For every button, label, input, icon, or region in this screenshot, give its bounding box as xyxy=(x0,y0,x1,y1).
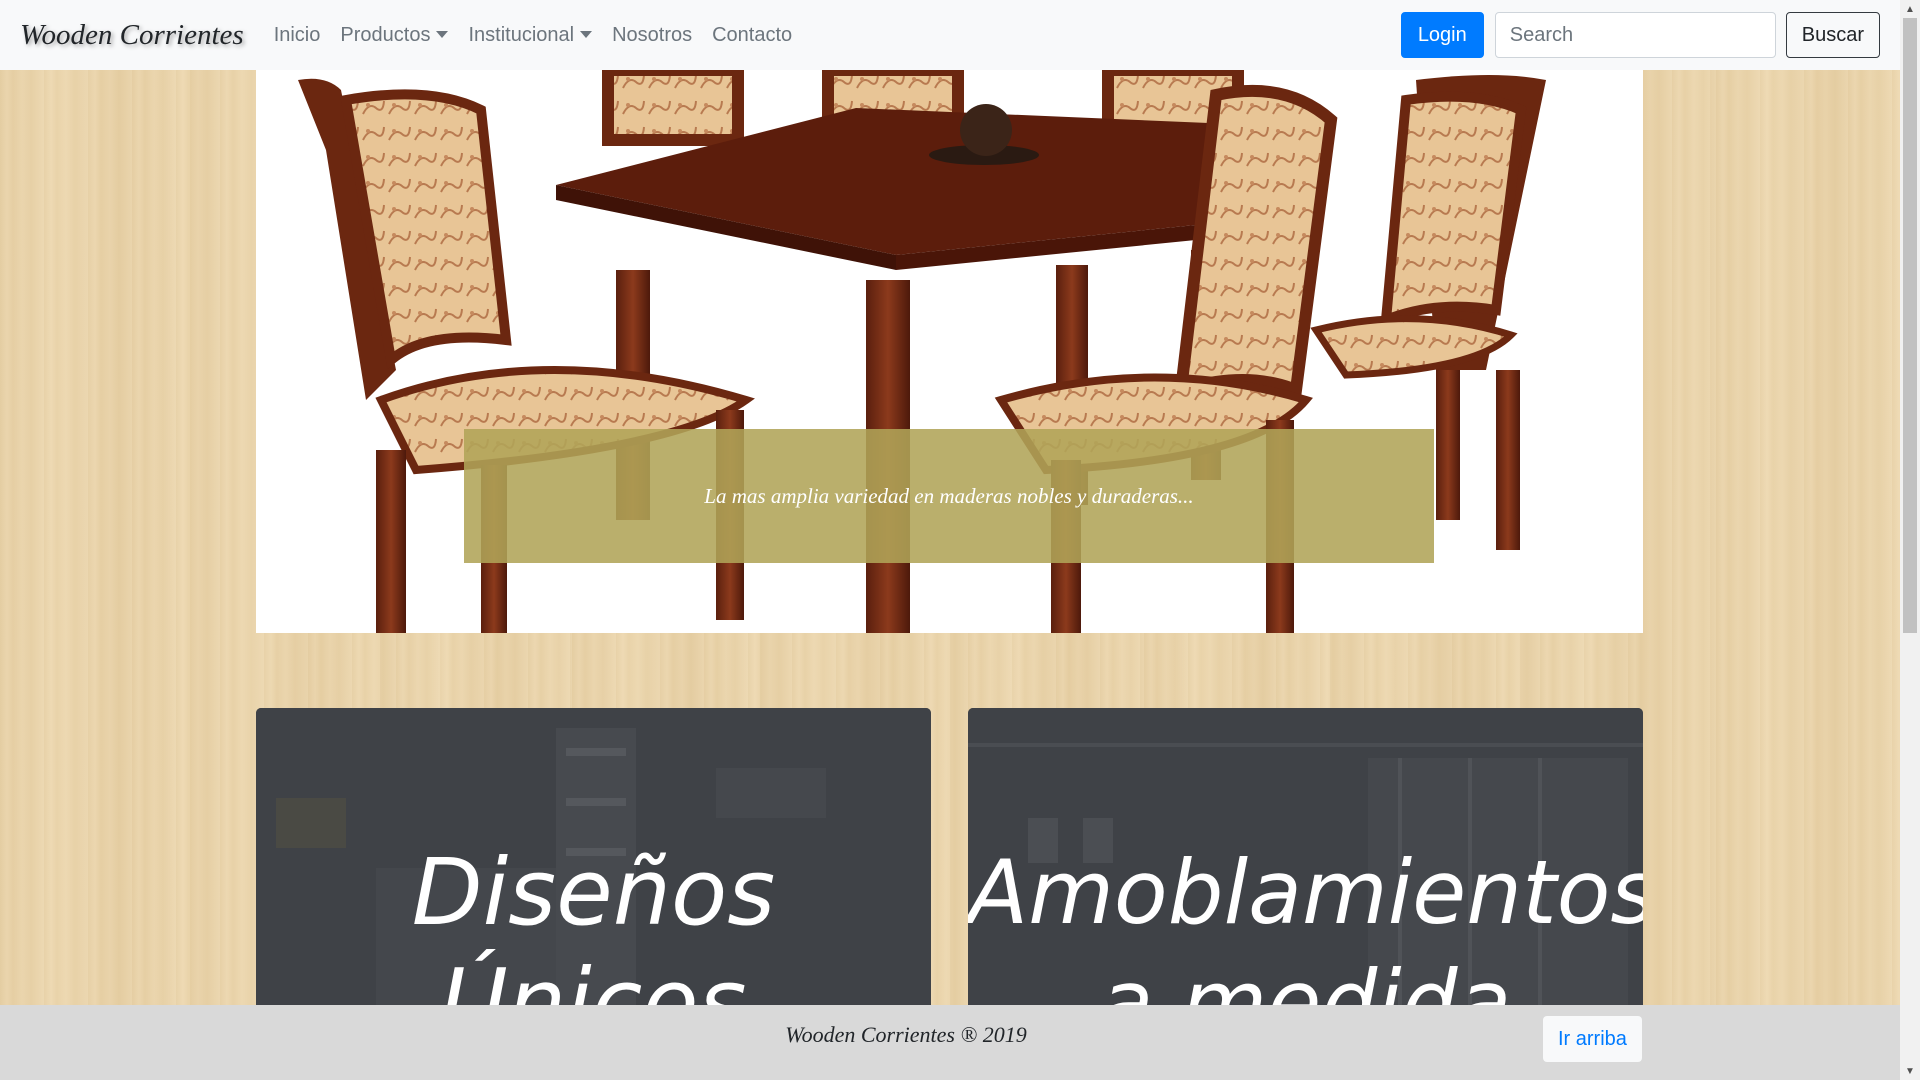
carousel-caption-text: La mas amplia variedad en maderas nobles… xyxy=(704,483,1194,508)
nav-item-institucional[interactable]: Institucional xyxy=(468,23,593,47)
scroll-down-arrow-icon[interactable]: ▼ xyxy=(1900,1062,1920,1080)
nav-item-label: Productos xyxy=(340,23,431,46)
search-input[interactable] xyxy=(1494,12,1776,58)
page-scrollbar[interactable]: ▲ ▼ xyxy=(1900,0,1920,1080)
search-button[interactable]: Buscar xyxy=(1785,12,1880,58)
card-title: Amoblamientos a medida xyxy=(968,841,1643,1008)
nav-item-label: Contacto xyxy=(712,23,793,46)
brand-logo[interactable]: Wooden Corrientes xyxy=(20,19,244,52)
footer: Wooden Corrientes ® 2019 Ir arriba xyxy=(0,1005,1900,1080)
nav-item-contacto[interactable]: Contacto xyxy=(712,24,792,47)
feature-card-disenos[interactable]: Diseños Únicos xyxy=(256,708,931,1008)
scroll-up-arrow-icon[interactable]: ▲ xyxy=(1900,0,1920,18)
caret-down-icon xyxy=(580,30,593,38)
hero-carousel: La mas amplia variedad en maderas nobles… xyxy=(256,70,1643,633)
nav-item-label: Institucional xyxy=(468,23,575,46)
login-button[interactable]: Login xyxy=(1400,12,1484,58)
nav-item-label: Nosotros xyxy=(612,23,693,46)
feature-card-amoblamientos[interactable]: Amoblamientos a medida xyxy=(968,708,1643,1008)
navbar: Wooden Corrientes Inicio Productos Insti… xyxy=(0,0,1900,70)
footer-copyright: Wooden Corrientes ® 2019 xyxy=(785,1022,1027,1047)
nav-item-inicio[interactable]: Inicio xyxy=(274,24,321,47)
nav-item-productos[interactable]: Productos xyxy=(340,23,449,47)
card-title: Diseños Únicos xyxy=(411,839,776,1008)
caret-down-icon xyxy=(436,30,449,38)
carousel-caption: La mas amplia variedad en maderas nobles… xyxy=(464,429,1434,563)
nav-item-nosotros[interactable]: Nosotros xyxy=(612,24,692,47)
back-to-top-button[interactable]: Ir arriba xyxy=(1543,1016,1642,1062)
scroll-thumb[interactable] xyxy=(1903,18,1917,633)
nav-item-label: Inicio xyxy=(273,23,321,46)
